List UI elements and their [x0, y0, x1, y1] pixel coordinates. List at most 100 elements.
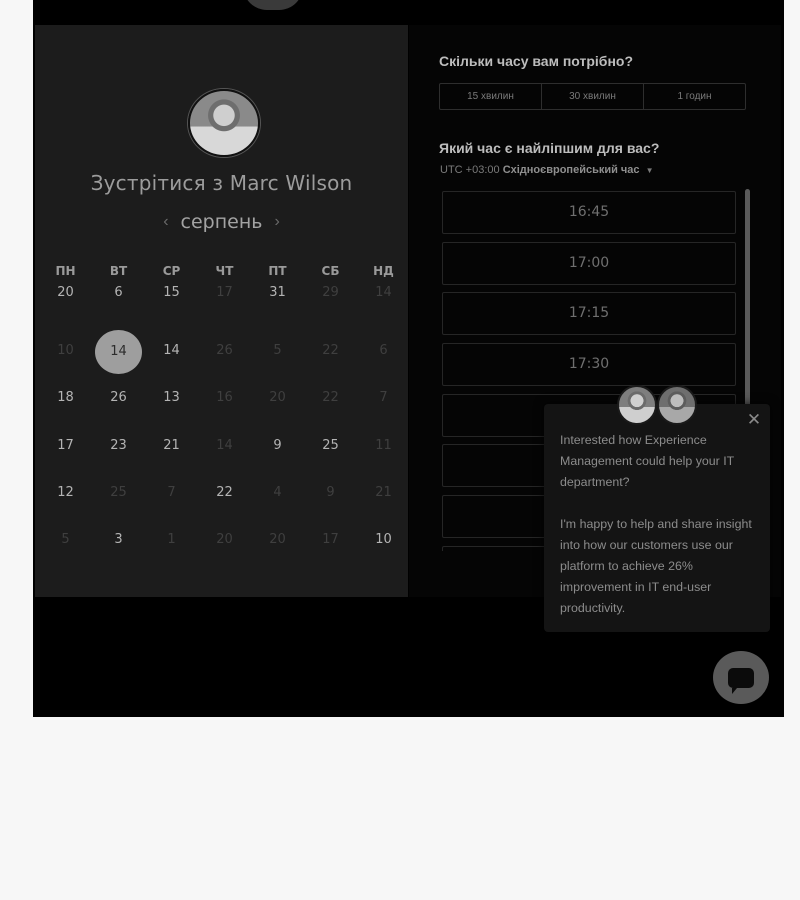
calendar-day-number: 13: [163, 390, 180, 406]
calendar-day: 17: [198, 285, 251, 332]
close-icon[interactable]: ✕: [744, 410, 764, 430]
calendar-day: 5: [39, 521, 92, 568]
calendar-day-number: 6: [114, 285, 123, 300]
calendar-day: 11: [357, 427, 410, 474]
calendar-day[interactable]: 20: [39, 285, 92, 332]
calendar-day: 20: [251, 379, 304, 426]
calendar-day-number: 26: [110, 390, 127, 406]
calendar-day[interactable]: 22: [198, 474, 251, 521]
calendar-day-number: 25: [110, 484, 127, 500]
calendar-day: 6: [357, 332, 410, 379]
calendar-day-number: 16: [216, 390, 233, 406]
calendar-day-number: 17: [216, 285, 233, 300]
calendar-day: 14: [357, 285, 410, 332]
calendar-day[interactable]: 18: [39, 379, 92, 426]
calendar-day[interactable]: 25: [304, 427, 357, 474]
calendar-day: 20: [251, 521, 304, 568]
calendar-day: 22: [304, 379, 357, 426]
calendar-day[interactable]: 6: [92, 285, 145, 332]
duration-option-15[interactable]: 15 хвилин: [440, 84, 542, 109]
weekday-label: НД: [373, 264, 394, 278]
calendar-day-number: 26: [216, 343, 233, 359]
calendar-day-number: 9: [326, 484, 335, 500]
calendar-day-number: 20: [269, 390, 286, 406]
calendar-day-number: 17: [322, 531, 339, 547]
weekday-label: ЧТ: [215, 264, 234, 278]
calendar-day-number: 22: [322, 343, 339, 359]
calendar-day-number: 31: [269, 285, 286, 300]
calendar-day[interactable]: 13: [145, 379, 198, 426]
calendar-day[interactable]: 12: [39, 474, 92, 521]
calendar-day: 7: [357, 379, 410, 426]
calendar-day: 14: [198, 427, 251, 474]
calendar-day-number: 11: [375, 437, 392, 453]
calendar-day: 25: [92, 474, 145, 521]
time-slot[interactable]: 17:15: [442, 292, 736, 336]
duration-question: Скільки часу вам потрібно?: [439, 53, 634, 69]
chat-bubble-icon: [728, 667, 754, 694]
calendar-day: 20: [198, 521, 251, 568]
calendar-day-number: 6: [379, 343, 388, 359]
calendar-day[interactable]: 23: [92, 427, 145, 474]
caret-down-icon: ▼: [645, 166, 654, 175]
calendar-day: 17: [304, 521, 357, 568]
prev-month-icon[interactable]: ‹: [163, 213, 168, 231]
calendar-day-number: 22: [322, 390, 339, 406]
chat-popup: ✕ Interested how Experience Management c…: [544, 404, 770, 632]
meeting-title: Зустрітися з Marc Wilson: [90, 171, 353, 195]
timezone-name: Східноєвропейський час: [502, 164, 640, 176]
time-slot[interactable]: 17:30: [442, 343, 736, 387]
calendar-day[interactable]: 31: [251, 285, 304, 332]
time-slot[interactable]: 17:00: [442, 241, 736, 285]
calendar-day: 7: [145, 474, 198, 521]
calendar-day-number: 18: [57, 390, 74, 406]
calendar-day-number: 21: [375, 484, 392, 500]
calendar-day: 10: [39, 332, 92, 379]
weekday-label: ПТ: [268, 264, 287, 278]
calendar-day[interactable]: 10: [357, 521, 410, 568]
calendar-day-number: 7: [167, 484, 176, 500]
next-month-icon[interactable]: ›: [274, 213, 279, 231]
timezone-selector[interactable]: UTC +03:00 Східноєвропейський час ▼: [440, 164, 654, 176]
calendar-day-number: 17: [57, 437, 74, 453]
chat-launcher-button[interactable]: [713, 651, 769, 704]
calendar-day[interactable]: 3: [92, 521, 145, 568]
calendar-day-number: 14: [216, 437, 233, 453]
calendar-day-number: 14: [375, 285, 392, 300]
chat-message: Interested how Experience Management cou…: [560, 430, 760, 619]
calendar-day-number: 21: [163, 437, 180, 453]
calendar-day-number: 20: [57, 285, 74, 300]
host-avatar: [188, 89, 260, 157]
weekday-header: ПН ВТ СР ЧТ ПТ СБ НД: [39, 264, 407, 278]
calendar-day: 21: [357, 474, 410, 521]
weekday-label: СБ: [321, 264, 340, 278]
calendar-panel: Зустрітися з Marc Wilson ‹ серпень › ПН В…: [35, 25, 408, 597]
calendar-day[interactable]: 15: [145, 285, 198, 332]
weekday-label: ПН: [55, 264, 76, 278]
time-slot[interactable]: 16:45: [442, 191, 736, 234]
duration-option-30[interactable]: 30 хвилин: [542, 84, 644, 109]
scheduler-frame: Зустрітися з Marc Wilson ‹ серпень › ПН В…: [33, 0, 784, 717]
month-navigation: ‹ серпень ›: [35, 211, 408, 233]
time-question: Який час є найліпшим для вас?: [439, 140, 660, 156]
calendar-day-number: 22: [216, 484, 233, 500]
calendar-day-selected[interactable]: 14: [92, 330, 145, 379]
calendar-day[interactable]: 9: [251, 427, 304, 474]
weekday-label: ВТ: [109, 264, 128, 278]
calendar-day-number: 15: [163, 285, 180, 300]
chat-message-1: Interested how Experience Management cou…: [560, 433, 735, 489]
calendar-day[interactable]: 21: [145, 427, 198, 474]
month-label: серпень: [180, 211, 263, 233]
calendar-day: 5: [251, 332, 304, 379]
slot-scrollbar[interactable]: [745, 189, 750, 429]
calendar-day: 22: [304, 332, 357, 379]
duration-option-60[interactable]: 1 годин: [644, 84, 745, 109]
calendar-day-number: 9: [273, 437, 282, 453]
calendar-day-number: 4: [273, 484, 282, 500]
calendar-day[interactable]: 14: [145, 332, 198, 379]
calendar-day: 4: [251, 474, 304, 521]
calendar-day[interactable]: 17: [39, 427, 92, 474]
calendar-day-number: 3: [114, 531, 123, 547]
chat-message-2: I'm happy to help and share insight into…: [560, 517, 752, 615]
calendar-day[interactable]: 26: [92, 379, 145, 426]
